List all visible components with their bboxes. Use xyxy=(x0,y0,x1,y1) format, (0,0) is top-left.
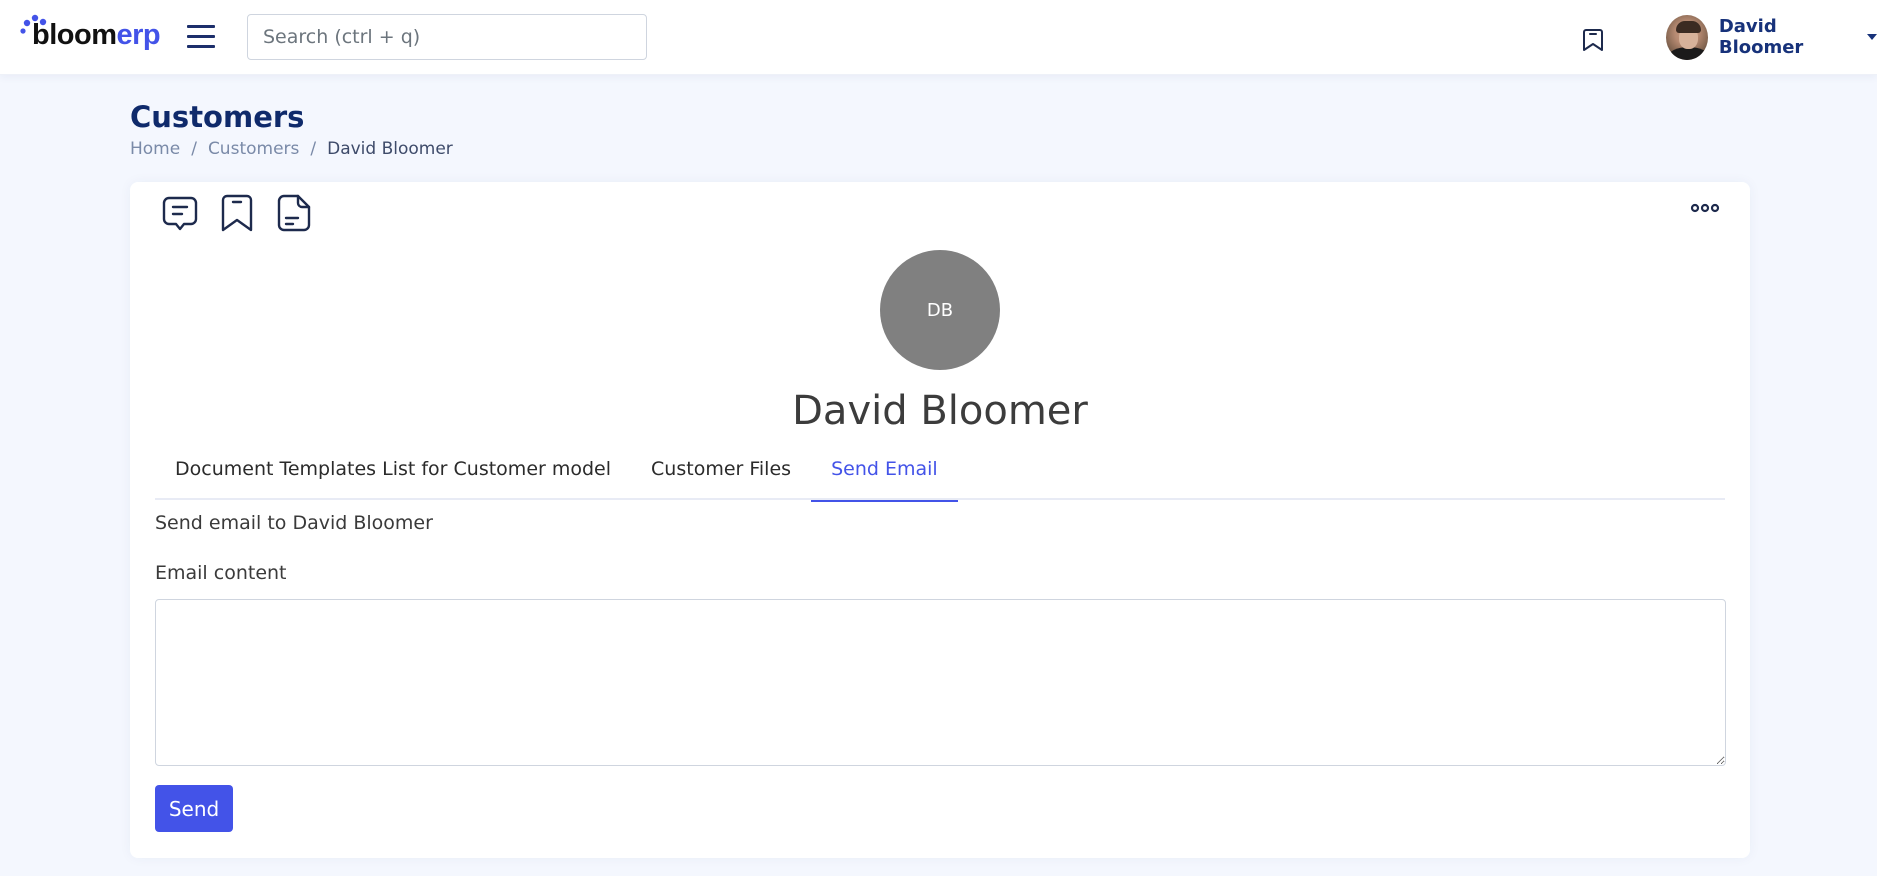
document-icon[interactable] xyxy=(274,192,314,234)
brand-logo[interactable]: bloomerp xyxy=(20,14,161,56)
tab-document-templates[interactable]: Document Templates List for Customer mod… xyxy=(155,450,631,500)
top-navbar: bloomerp David Bloomer xyxy=(0,0,1877,75)
email-content-label: Email content xyxy=(155,562,287,584)
user-avatar xyxy=(1666,14,1708,60)
brand-name-part2: erp xyxy=(116,19,161,51)
hamburger-icon[interactable] xyxy=(187,25,215,49)
breadcrumb-current: David Bloomer xyxy=(327,139,453,159)
more-options-icon[interactable] xyxy=(1690,202,1720,214)
customer-detail-card: DB David Bloomer Document Templates List… xyxy=(130,182,1750,858)
search-input[interactable] xyxy=(247,14,647,60)
breadcrumb-customers[interactable]: Customers xyxy=(208,139,299,159)
email-content-textarea[interactable] xyxy=(155,599,1726,766)
page-title: Customers xyxy=(130,100,305,134)
customer-avatar: DB xyxy=(880,250,1000,370)
record-tabs: Document Templates List for Customer mod… xyxy=(155,450,1725,502)
send-button[interactable]: Send xyxy=(155,785,233,832)
tab-customer-files[interactable]: Customer Files xyxy=(631,450,811,500)
bookmark-icon[interactable] xyxy=(217,192,257,234)
send-email-heading: Send email to David Bloomer xyxy=(155,512,433,534)
user-menu[interactable]: David Bloomer xyxy=(1666,14,1877,60)
breadcrumb-separator: / xyxy=(191,139,197,159)
record-actions xyxy=(160,192,331,234)
breadcrumb-separator: / xyxy=(310,139,317,159)
logo-dots-icon xyxy=(20,14,47,34)
comment-icon[interactable] xyxy=(160,192,200,234)
caret-down-icon xyxy=(1867,34,1877,40)
user-name: David Bloomer xyxy=(1718,16,1804,58)
bookmark-icon[interactable] xyxy=(1582,28,1604,52)
tab-send-email[interactable]: Send Email xyxy=(811,450,958,502)
breadcrumb-home[interactable]: Home xyxy=(130,139,180,159)
breadcrumb: Home / Customers / David Bloomer xyxy=(130,139,453,159)
customer-name: David Bloomer xyxy=(792,388,1088,434)
